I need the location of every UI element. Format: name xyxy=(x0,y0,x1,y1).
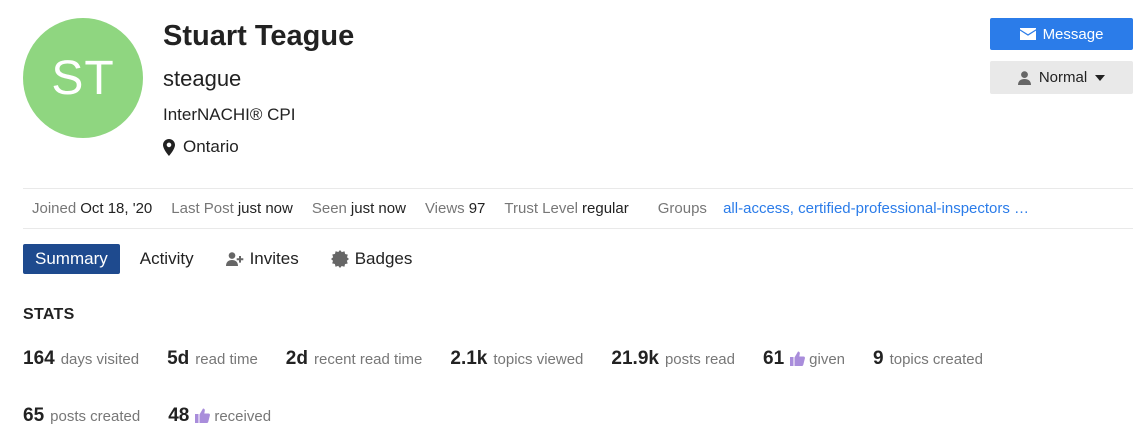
message-button-label: Message xyxy=(1042,25,1104,43)
certificate-icon xyxy=(330,250,349,268)
user-meta-bar: Joined Oct 18, '20 Last Post just now Seen… xyxy=(23,188,1133,229)
stats-heading: STATS xyxy=(23,306,75,323)
stat-read-time: 5d read time xyxy=(167,348,258,369)
group-link-certified-professional-inspectors[interactable]: certified-professional-inspectors … xyxy=(798,200,1029,217)
notification-level-dropdown[interactable]: Normal xyxy=(990,61,1133,94)
stat-posts-created: 65 posts created xyxy=(23,405,141,426)
avatar[interactable]: ST xyxy=(23,18,143,138)
location-text: Ontario xyxy=(183,137,239,156)
stat-topics-created: 9 topics created xyxy=(873,348,983,369)
stat-likes-given: 61 given xyxy=(763,348,845,369)
avatar-initials: ST xyxy=(51,51,115,105)
stat-posts-read: 21.9k posts read xyxy=(611,348,735,369)
user-plus-icon xyxy=(225,252,243,266)
tab-invites[interactable]: Invites xyxy=(214,244,311,274)
stat-topics-viewed: 2.1k topics viewed xyxy=(450,348,584,369)
envelope-icon xyxy=(1019,28,1036,40)
meta-last-post: Last Post just now xyxy=(171,200,293,217)
thumbs-up-icon xyxy=(195,408,211,423)
thumbs-up-icon xyxy=(790,351,806,366)
meta-joined: Joined Oct 18, '20 xyxy=(32,200,153,217)
meta-groups: Groups all-access, certified-professiona… xyxy=(657,200,1030,217)
notification-level-label: Normal xyxy=(1038,69,1088,86)
map-marker-icon xyxy=(163,138,175,156)
profile-tabs: Summary Activity Invites Badges xyxy=(23,244,432,274)
user-title: InterNACHI® CPI xyxy=(163,105,296,124)
meta-views: Views 97 xyxy=(424,200,486,217)
user-full-name: Stuart Teague xyxy=(163,20,355,52)
stats-row: 164 days visited 5d read time 2d recent … xyxy=(23,348,1011,370)
user-icon xyxy=(1017,70,1031,85)
user-location: Ontario xyxy=(163,137,239,157)
caret-down-icon xyxy=(1095,74,1106,81)
group-link-all-access[interactable]: all-access, xyxy=(723,200,794,217)
user-username: steague xyxy=(163,66,242,91)
stat-likes-received: 48 received xyxy=(168,405,272,426)
stat-recent-read-time: 2d recent read time xyxy=(285,348,423,369)
stats-row: 65 posts created 48 received xyxy=(23,405,299,427)
tab-summary[interactable]: Summary xyxy=(23,244,120,274)
meta-seen: Seen just now xyxy=(311,200,406,217)
tab-badges[interactable]: Badges xyxy=(319,244,425,274)
meta-trust-level: Trust Level regular xyxy=(504,200,629,217)
stat-days-visited: 164 days visited xyxy=(23,348,140,369)
message-button[interactable]: Message xyxy=(990,18,1133,50)
tab-activity[interactable]: Activity xyxy=(128,244,206,274)
